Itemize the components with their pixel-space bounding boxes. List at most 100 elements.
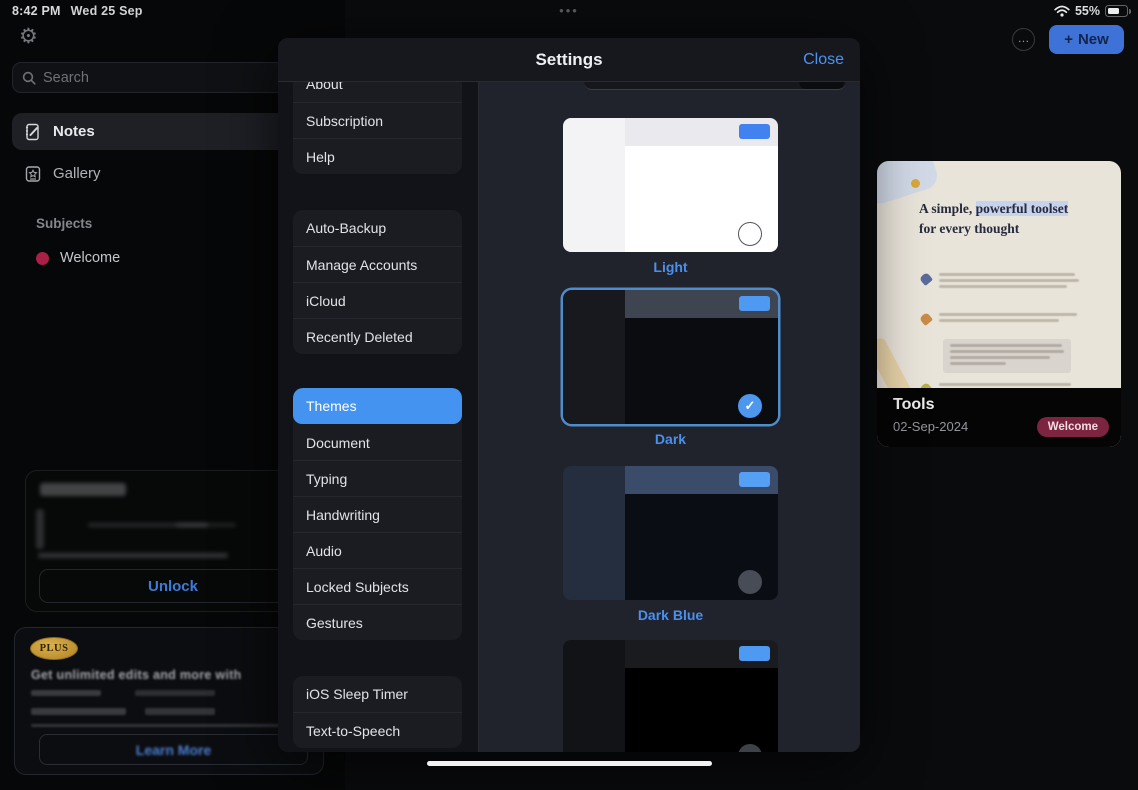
blurred-scribble	[36, 509, 44, 549]
toggle-switch[interactable]	[799, 82, 844, 89]
theme-option-black[interactable]	[563, 640, 778, 752]
new-note-button[interactable]: + New	[1049, 25, 1124, 54]
settings-menu-item-text-to-speech[interactable]: Text-to-Speech	[293, 712, 462, 748]
subject-label: Welcome	[60, 250, 120, 266]
settings-menu-item-ios-sleep-timer[interactable]: iOS Sleep Timer	[293, 676, 462, 712]
blurred-title-scribble	[40, 483, 126, 496]
settings-menu-item-manage-accounts[interactable]: Manage Accounts	[293, 246, 462, 282]
preview-accent-button	[739, 646, 770, 661]
sidebar-item-notes[interactable]: Notes	[12, 113, 318, 150]
subject-badge: Welcome	[1037, 417, 1109, 437]
preview-sidebar	[563, 640, 625, 752]
settings-menu-group: ThemesDocumentTypingHandwritingAudioLock…	[293, 388, 462, 640]
note-title-line2: for every thought	[919, 221, 1019, 236]
plus-badge-label: PLUS	[40, 643, 69, 654]
pen-icon	[919, 272, 933, 286]
preview-sidebar	[563, 466, 625, 600]
radio-circle-icon	[738, 570, 762, 594]
note-title: A simple, powerful toolset for every tho…	[919, 199, 1079, 240]
theme-preview-card[interactable]: ✓	[563, 290, 778, 424]
preview-sidebar	[563, 290, 625, 424]
blurred-line	[176, 523, 236, 527]
note-footer-title: Tools	[893, 396, 934, 414]
settings-menu-group: AboutSubscriptionHelp	[293, 66, 462, 174]
learn-more-button[interactable]: Learn More	[39, 734, 308, 765]
settings-modal: AboutSubscriptionHelp Auto-BackupManage A…	[278, 38, 860, 752]
preview-sidebar	[563, 118, 625, 252]
settings-menu-item-subscription[interactable]: Subscription	[293, 102, 462, 138]
pencil-icon	[919, 312, 933, 326]
settings-menu-item-audio[interactable]: Audio	[293, 532, 462, 568]
theme-preview-card[interactable]	[563, 640, 778, 752]
theme-preview-card[interactable]	[563, 466, 778, 600]
multitask-dots-icon: •••	[0, 3, 1138, 18]
settings-modal-header: Settings Close	[278, 38, 860, 82]
search-placeholder: Search	[43, 70, 89, 86]
bullet-pen	[921, 273, 1079, 291]
settings-menu-item-themes[interactable]: Themes	[293, 388, 462, 424]
blurred-line	[145, 708, 215, 715]
note-thumbnail-tools[interactable]: A simple, powerful toolset for every tho…	[877, 161, 1121, 447]
notebook-pen-icon	[24, 123, 42, 141]
callout-box	[943, 339, 1071, 373]
plus-badge: PLUS	[30, 637, 78, 660]
battery-icon	[1105, 5, 1128, 17]
sidebar-item-label: Notes	[53, 123, 95, 140]
sidebar-item-gallery[interactable]: Gallery	[12, 155, 318, 192]
plus-icon: +	[1064, 31, 1073, 48]
unlock-button[interactable]: Unlock	[39, 569, 307, 603]
battery-percent: 55%	[1075, 4, 1100, 18]
preview-accent-button	[739, 296, 770, 311]
note-card-footer: Tools 02-Sep-2024 Welcome	[877, 388, 1121, 447]
screen: 8:42 PMWed 25 Sep ••• 55% ⚙ Search	[0, 0, 1138, 790]
subjects-section-label: Subjects	[36, 216, 92, 231]
radio-circle-icon	[738, 222, 762, 246]
settings-menu-item-auto-backup[interactable]: Auto-Backup	[293, 210, 462, 246]
settings-menu-item-handwriting[interactable]: Handwriting	[293, 496, 462, 532]
blurred-line	[135, 690, 215, 696]
learn-more-label: Learn More	[136, 742, 211, 758]
settings-gear-icon[interactable]: ⚙	[19, 26, 38, 47]
sidebar-item-welcome[interactable]: Welcome	[36, 250, 120, 266]
decorative-dot	[911, 179, 920, 188]
settings-menu-item-help[interactable]: Help	[293, 138, 462, 174]
settings-menu-item-gestures[interactable]: Gestures	[293, 604, 462, 640]
settings-menu-item-icloud[interactable]: iCloud	[293, 282, 462, 318]
unlock-label: Unlock	[148, 578, 198, 595]
settings-menu-item-document[interactable]: Document	[293, 424, 462, 460]
gallery-icon	[24, 165, 42, 183]
bullet-pencil	[921, 313, 1077, 325]
theme-option-dark[interactable]: ✓ Dark	[563, 290, 778, 447]
settings-menu-item-typing[interactable]: Typing	[293, 460, 462, 496]
sidebar-item-label: Gallery	[53, 165, 101, 182]
more-options-button[interactable]: …	[1012, 28, 1035, 51]
search-input[interactable]: Search	[12, 62, 318, 93]
settings-menu-item-locked-subjects[interactable]: Locked Subjects	[293, 568, 462, 604]
theme-option-light[interactable]: Light	[563, 118, 778, 275]
close-button[interactable]: Close	[803, 38, 844, 82]
blurred-line	[31, 690, 101, 696]
subject-color-dot	[36, 252, 49, 265]
note-footer-date: 02-Sep-2024	[893, 419, 968, 434]
wifi-icon	[1054, 5, 1070, 17]
theme-label: Light	[563, 259, 778, 275]
settings-menu-group: iOS Sleep TimerText-to-Speech	[293, 676, 462, 748]
settings-menu-item-recently-deleted[interactable]: Recently Deleted	[293, 318, 462, 354]
plus-headline: Get unlimited edits and more with	[31, 668, 242, 682]
note-title-pre: A simple,	[919, 201, 976, 216]
themes-pane: Light ✓ Dark Dark Blue	[479, 82, 860, 752]
panel-divider	[478, 38, 479, 752]
theme-preview-card[interactable]	[563, 118, 778, 252]
home-indicator[interactable]	[427, 761, 712, 767]
preview-accent-button	[739, 124, 770, 139]
theme-label: Dark Blue	[563, 607, 778, 623]
preview-canvas	[625, 668, 778, 752]
search-icon	[22, 71, 36, 85]
preview-accent-button	[739, 472, 770, 487]
theme-label: Dark	[563, 431, 778, 447]
theme-option-dark-blue[interactable]: Dark Blue	[563, 466, 778, 623]
locked-note-card[interactable]: Unlock	[25, 470, 318, 612]
settings-title: Settings	[535, 50, 602, 70]
blurred-line	[38, 553, 228, 558]
status-indicators: 55%	[1054, 4, 1128, 18]
